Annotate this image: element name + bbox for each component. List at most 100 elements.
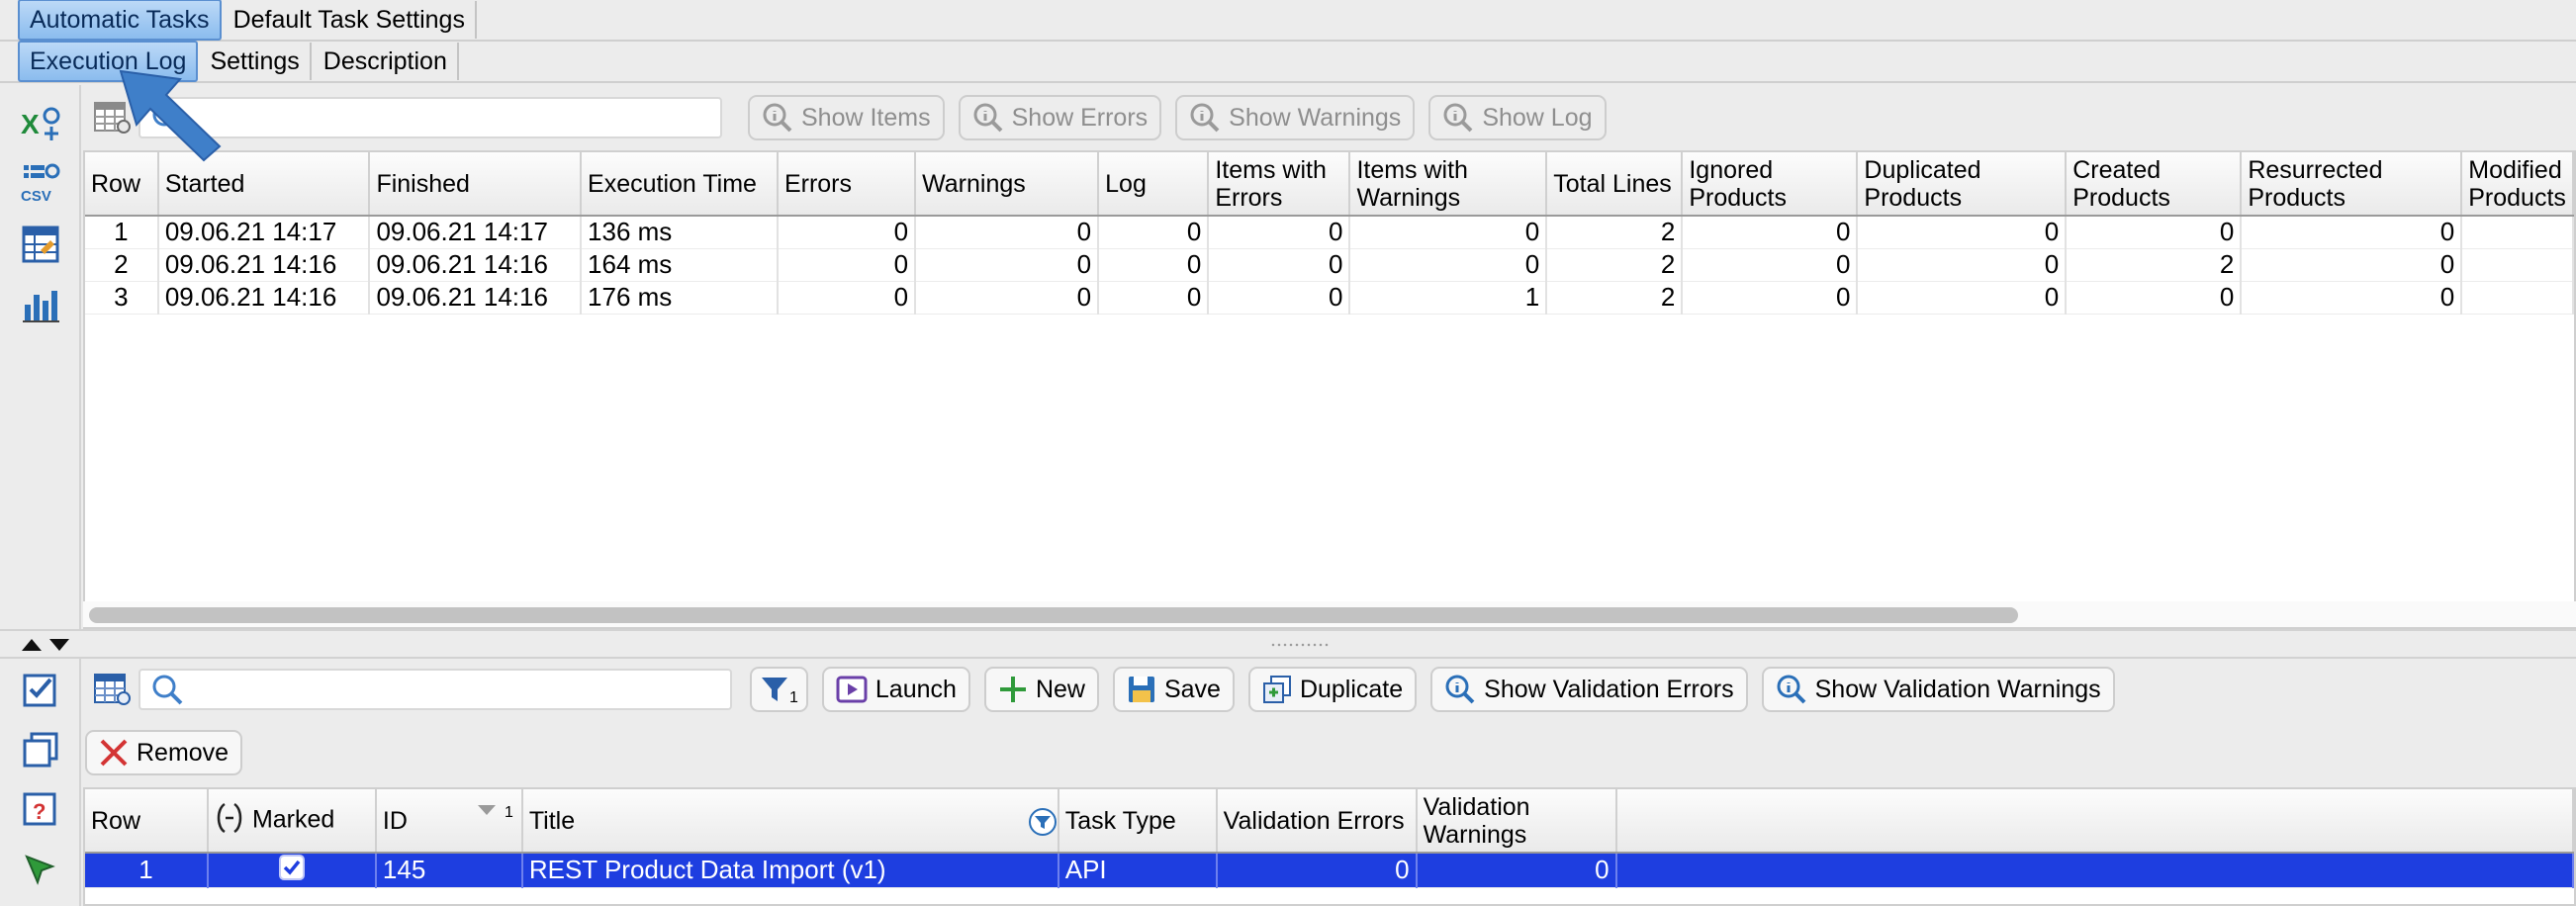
cell-duplicated-products: 0 (1857, 248, 2068, 282)
sort-index: 1 (504, 804, 513, 821)
column-header-validation-errors[interactable]: Validation Errors (1216, 789, 1418, 854)
magnifier-info-icon (1445, 675, 1475, 704)
cell-execution-time: 164 ms (581, 248, 779, 282)
tab-default-task-settings[interactable]: Default Task Settings (224, 1, 477, 39)
tab-description[interactable]: Description (314, 43, 459, 80)
copy-icon[interactable] (20, 729, 61, 770)
cell-row: 1 (85, 216, 159, 249)
column-header-id[interactable]: ID 1 (375, 789, 523, 854)
column-header-created-products[interactable]: Created Products (2066, 152, 2243, 217)
execution-log-table: Row Started Finished Execution Time Erro… (85, 152, 2574, 315)
cell-log: 0 (1098, 248, 1210, 282)
magnifier-info-icon (1190, 103, 1220, 133)
filter-button[interactable]: 1 (750, 667, 808, 712)
duplicate-button[interactable]: Duplicate (1247, 667, 1418, 712)
column-header-total-lines[interactable]: Total Lines (1546, 152, 1684, 217)
magnifier-info-icon (1443, 103, 1473, 133)
show-validation-errors-button[interactable]: Show Validation Errors (1430, 667, 1748, 712)
remove-x-icon (100, 739, 128, 767)
expand-down-icon[interactable] (49, 639, 69, 651)
column-header-task-type[interactable]: Task Type (1058, 789, 1218, 854)
show-log-label: Show Log (1482, 103, 1593, 132)
cell-items-with-warnings: 0 (1349, 248, 1548, 282)
table-row[interactable]: 1 145 REST Product Data Import (v1) API … (85, 853, 2574, 888)
sub-tab-bar: Execution Log Settings Description (0, 41, 2576, 83)
column-header-row[interactable]: Row (85, 789, 209, 854)
show-errors-button[interactable]: Show Errors (958, 95, 1162, 140)
cell-total-lines: 2 (1546, 248, 1684, 282)
cell-modified-products (2461, 281, 2574, 315)
check-list-icon[interactable] (20, 669, 61, 710)
task-validation-warnings: 0 (1416, 853, 1617, 888)
cell-execution-time: 136 ms (581, 216, 779, 249)
column-header-title[interactable]: Title (521, 789, 1059, 854)
cell-modified-products (2461, 216, 2574, 249)
cell-errors: 0 (777, 281, 917, 315)
show-warnings-button[interactable]: Show Warnings (1175, 95, 1416, 140)
bar-chart-icon[interactable] (20, 284, 61, 325)
column-header-finished[interactable]: Finished (369, 152, 583, 217)
remove-button[interactable]: Remove (85, 730, 243, 775)
column-header-items-with-warnings[interactable]: Items with Warnings (1349, 152, 1548, 217)
cell-duplicated-products: 0 (1857, 281, 2068, 315)
show-warnings-label: Show Warnings (1229, 103, 1402, 132)
left-toolbar-top: X CSV (0, 95, 81, 629)
column-filter-icon[interactable] (1028, 807, 1057, 843)
task-filler-cell (1615, 853, 2574, 888)
cell-errors: 0 (777, 216, 917, 249)
task-marked-cell[interactable] (207, 853, 377, 888)
column-header-ignored-products[interactable]: Ignored Products (1682, 152, 1859, 217)
scrollbar-thumb[interactable] (89, 607, 2018, 623)
cell-duplicated-products: 0 (1857, 216, 2068, 249)
column-header-items-with-errors[interactable]: Items with Errors (1208, 152, 1351, 217)
column-header-filler (1615, 789, 2574, 854)
column-header-modified-products[interactable]: Modified Products (2461, 152, 2574, 217)
table-row[interactable]: 2 09.06.21 14:16 09.06.21 14:16 164 ms 0 0 0 0 0… (85, 248, 2574, 282)
left-toolbar-bottom: ? (0, 661, 81, 906)
execution-log-body: 1 09.06.21 14:17 09.06.21 14:17 136 ms 0 0 0 0 0… (85, 216, 2574, 315)
show-errors-label: Show Errors (1011, 103, 1149, 132)
cell-ignored-products: 0 (1682, 248, 1859, 282)
tasks-table: Row Marked ID 1 Title Task Type Validati… (85, 789, 2574, 888)
task-validation-errors: 0 (1216, 853, 1418, 888)
csv-export-icon[interactable]: CSV (20, 163, 61, 205)
execution-log-horizontal-scrollbar[interactable] (83, 601, 2576, 627)
tasks-body: 1 145 REST Product Data Import (v1) API … (85, 853, 2574, 888)
show-items-label: Show Items (801, 103, 931, 132)
cell-modified-products (2461, 248, 2574, 282)
table-edit-icon[interactable] (20, 224, 61, 265)
column-header-resurrected-products[interactable]: Resurrected Products (2241, 152, 2463, 217)
show-items-button[interactable]: Show Items (748, 95, 945, 140)
cursor-icon[interactable] (20, 850, 61, 891)
callout-arrow-icon (119, 69, 222, 162)
new-button[interactable]: New (983, 667, 1099, 712)
show-log-button[interactable]: Show Log (1428, 95, 1607, 140)
checkbox-checked-icon[interactable] (278, 854, 305, 886)
excel-export-icon[interactable]: X (20, 103, 61, 144)
column-header-validation-warnings[interactable]: Validation Warnings (1416, 789, 1617, 854)
table-row[interactable]: 1 09.06.21 14:17 09.06.21 14:17 136 ms 0 0 0 0 0… (85, 216, 2574, 249)
table-settings-icon[interactable] (91, 668, 135, 711)
show-validation-warnings-button[interactable]: Show Validation Warnings (1761, 667, 2115, 712)
tab-automatic-tasks[interactable]: Automatic Tasks (18, 0, 222, 41)
tasks-search-input[interactable] (138, 669, 732, 710)
help-icon[interactable]: ? (20, 789, 61, 831)
splitter-arrows (22, 639, 69, 651)
cell-items-with-errors: 0 (1208, 216, 1351, 249)
save-button[interactable]: Save (1112, 667, 1235, 712)
execution-log-search-input[interactable] (138, 97, 722, 138)
panel-splitter[interactable] (0, 629, 2576, 659)
column-header-execution-time[interactable]: Execution Time (581, 152, 779, 217)
expand-up-icon[interactable] (22, 639, 42, 651)
tasks-toolbar: 1 Launch New Save Duplicate Show Validat… (81, 661, 2115, 718)
column-header-log[interactable]: Log (1098, 152, 1210, 217)
new-label: New (1035, 675, 1085, 703)
table-row[interactable]: 3 09.06.21 14:16 09.06.21 14:16 176 ms 0 0 0 0 1… (85, 281, 2574, 315)
column-header-marked[interactable]: Marked (207, 789, 377, 854)
cell-finished: 09.06.21 14:16 (369, 281, 583, 315)
column-header-warnings[interactable]: Warnings (915, 152, 1100, 217)
column-header-errors[interactable]: Errors (777, 152, 917, 217)
launch-button[interactable]: Launch (821, 667, 970, 712)
column-header-duplicated-products[interactable]: Duplicated Products (1857, 152, 2068, 217)
splitter-grip[interactable] (1270, 642, 1330, 648)
